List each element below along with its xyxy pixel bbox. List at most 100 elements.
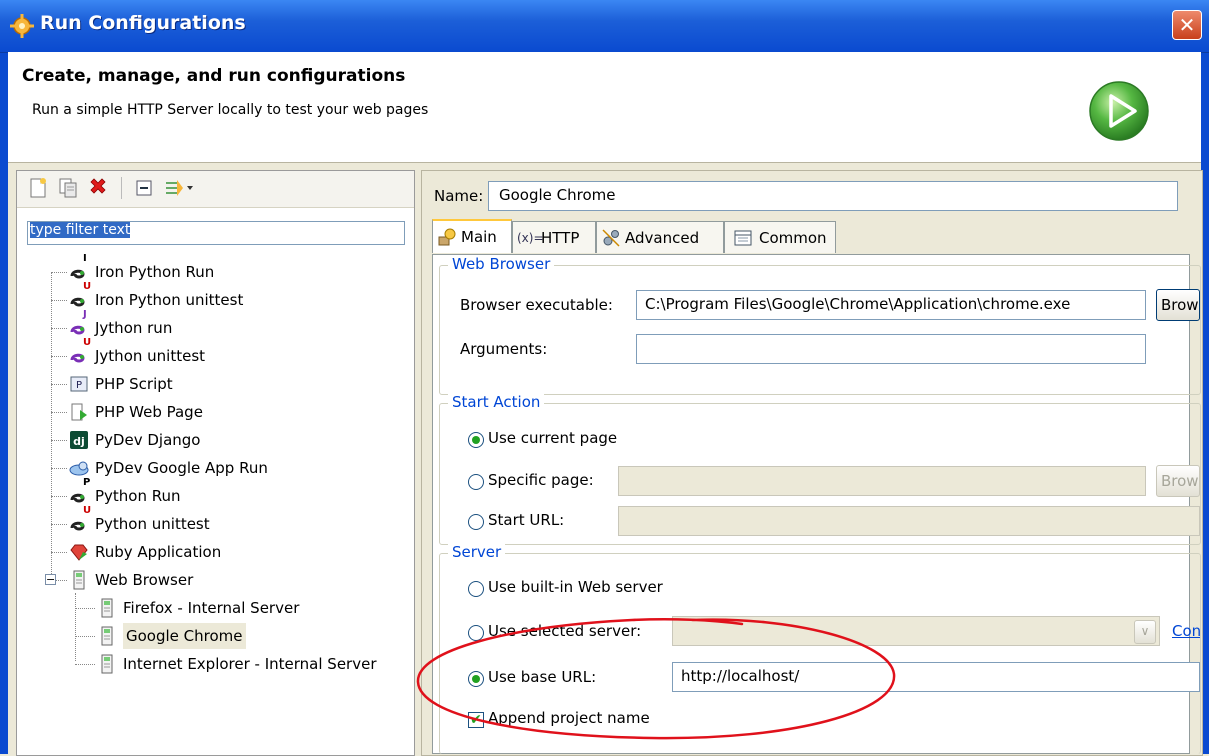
selected-server-radio[interactable] [468,625,484,641]
run-config-gear-icon [10,14,34,38]
tree-item-label: PyDev Google App Run [95,459,268,477]
title-bar[interactable]: Run Configurations ✕ [0,0,1209,53]
tree-guide-line [51,412,67,413]
duplicate-config-icon[interactable] [57,177,79,199]
configuration-tree-panel: type filter text I Iron Python Run U Iron P… [16,170,415,756]
tree-item[interactable]: U Iron Python unittest [69,281,407,313]
server-group: Server Use built-in Web server Use selec… [439,543,1201,754]
tree-guide-line [75,593,76,661]
google-app-icon [69,458,89,478]
tree-icon-badge: J [83,309,87,320]
server-select[interactable] [672,616,1160,646]
start-url-label[interactable]: Start URL: [488,511,564,529]
tab-main[interactable]: Main [432,219,512,253]
specific-page-radio[interactable] [468,474,484,490]
tree-item-label: Firefox - Internal Server [123,599,300,617]
tree-item[interactable]: U Python unittest [69,505,407,537]
tree-guide-line [75,664,95,665]
tab-bar: Main (x)= HTTP Advanced Common [432,219,1202,255]
base-url-field[interactable]: http://localhost/ [672,662,1200,692]
tree-icon-badge: P [83,477,91,488]
tree-item-label: PHP Web Page [95,403,203,421]
web-browser-icon [69,570,89,590]
tree-item-label: Python Run [95,487,181,505]
builtin-server-label[interactable]: Use built-in Web server [488,578,663,596]
tree-item[interactable]: Firefox - Internal Server [97,595,407,621]
php-web-page-icon [69,402,89,422]
browser-executable-field[interactable]: C:\Program Files\Google\Chrome\Applicati… [636,290,1146,320]
tree-item-label: Google Chrome [123,623,246,649]
use-current-page-label[interactable]: Use current page [488,429,617,447]
php-script-icon: P [69,374,89,394]
tree-item[interactable]: PHP Web Page [69,399,407,425]
dialog-header: Create, manage, and run configurations R… [8,52,1201,163]
specific-page-label[interactable]: Specific page: [488,471,594,489]
tree-item-label: Ruby Application [95,543,222,561]
configure-link[interactable]: Configure... [1172,622,1200,640]
close-button[interactable]: ✕ [1172,10,1202,40]
tree-item[interactable]: PyDev Google App Run [69,455,407,481]
tree-item[interactable]: U Jython unittest [69,337,407,369]
collapse-all-icon[interactable] [133,177,155,199]
tree-item[interactable]: Google Chrome [97,623,407,649]
tree-item[interactable]: dj PyDev Django [69,427,407,453]
window-title: Run Configurations [40,12,246,34]
start-url-radio[interactable] [468,514,484,530]
tree-item[interactable]: Ruby Application [69,539,407,565]
tree-guide-line [51,524,67,525]
tree-guide-line [51,300,67,301]
tree-item[interactable]: Internet Explorer - Internal Server [97,651,407,677]
tree-item[interactable]: P Python Run [69,477,407,509]
tree-guide-line [51,384,67,385]
delete-config-icon[interactable] [87,177,109,199]
python-run-icon [69,486,89,506]
use-current-page-radio[interactable] [468,432,484,448]
arguments-field[interactable] [636,334,1146,364]
start-action-group: Start Action Use current page Specific p… [439,393,1201,545]
tab-common[interactable]: Common [724,221,836,253]
browse-executable-button[interactable]: Browse... [1156,289,1200,321]
filter-menu-icon[interactable] [163,177,193,199]
tree-icon-badge: U [83,281,92,292]
base-url-label[interactable]: Use base URL: [488,668,596,686]
server-dropdown-button[interactable]: ∨ [1134,620,1156,644]
tree-item[interactable]: P PHP Script [69,371,407,397]
tree-icon-badge: U [83,337,92,348]
tree-guide-line [51,496,67,497]
append-project-checkbox[interactable]: ✔ [468,712,484,728]
svg-text:dj: dj [73,435,85,448]
tab-advanced[interactable]: Advanced [596,221,724,253]
tab-advanced-label: Advanced [625,229,700,247]
tab-http[interactable]: (x)= HTTP [512,221,596,253]
tree-item-label: Web Browser [95,571,194,589]
tree-item-label: PyDev Django [95,431,201,449]
start-url-field[interactable] [618,506,1200,536]
web-browser-legend: Web Browser [448,255,555,273]
arguments-label: Arguments: [460,340,548,358]
tree-item[interactable]: J Jython run [69,309,407,341]
tree-icon-badge: I [83,253,87,264]
tree-toolbar [17,171,414,208]
specific-page-field[interactable] [618,466,1146,496]
tree-guide-line [51,356,67,357]
name-field[interactable]: Google Chrome [488,181,1178,211]
server-legend: Server [448,543,506,561]
tree-item[interactable]: Web Browser [69,567,407,593]
collapse-toggle-icon[interactable]: − [45,574,56,585]
tree-item-label: Jython unittest [95,347,206,365]
tree-item[interactable]: I Iron Python Run [69,253,407,285]
filter-input[interactable]: type filter text [27,221,405,245]
new-config-icon[interactable] [27,177,49,199]
tree-item-label: Python unittest [95,515,210,533]
builtin-server-radio[interactable] [468,581,484,597]
header-description: Run a simple HTTP Server locally to test… [32,102,429,118]
run-icon [1089,81,1149,141]
browser-executable-label: Browser executable: [460,296,613,314]
selected-server-label[interactable]: Use selected server: [488,622,641,640]
tab-main-label: Main [461,228,497,246]
browse-page-button[interactable]: Browse... [1156,465,1200,497]
append-project-label[interactable]: Append project name [488,709,650,727]
chevron-down-icon: ∨ [1140,624,1150,638]
base-url-radio[interactable] [468,671,484,687]
tree-guide-line [51,272,67,273]
